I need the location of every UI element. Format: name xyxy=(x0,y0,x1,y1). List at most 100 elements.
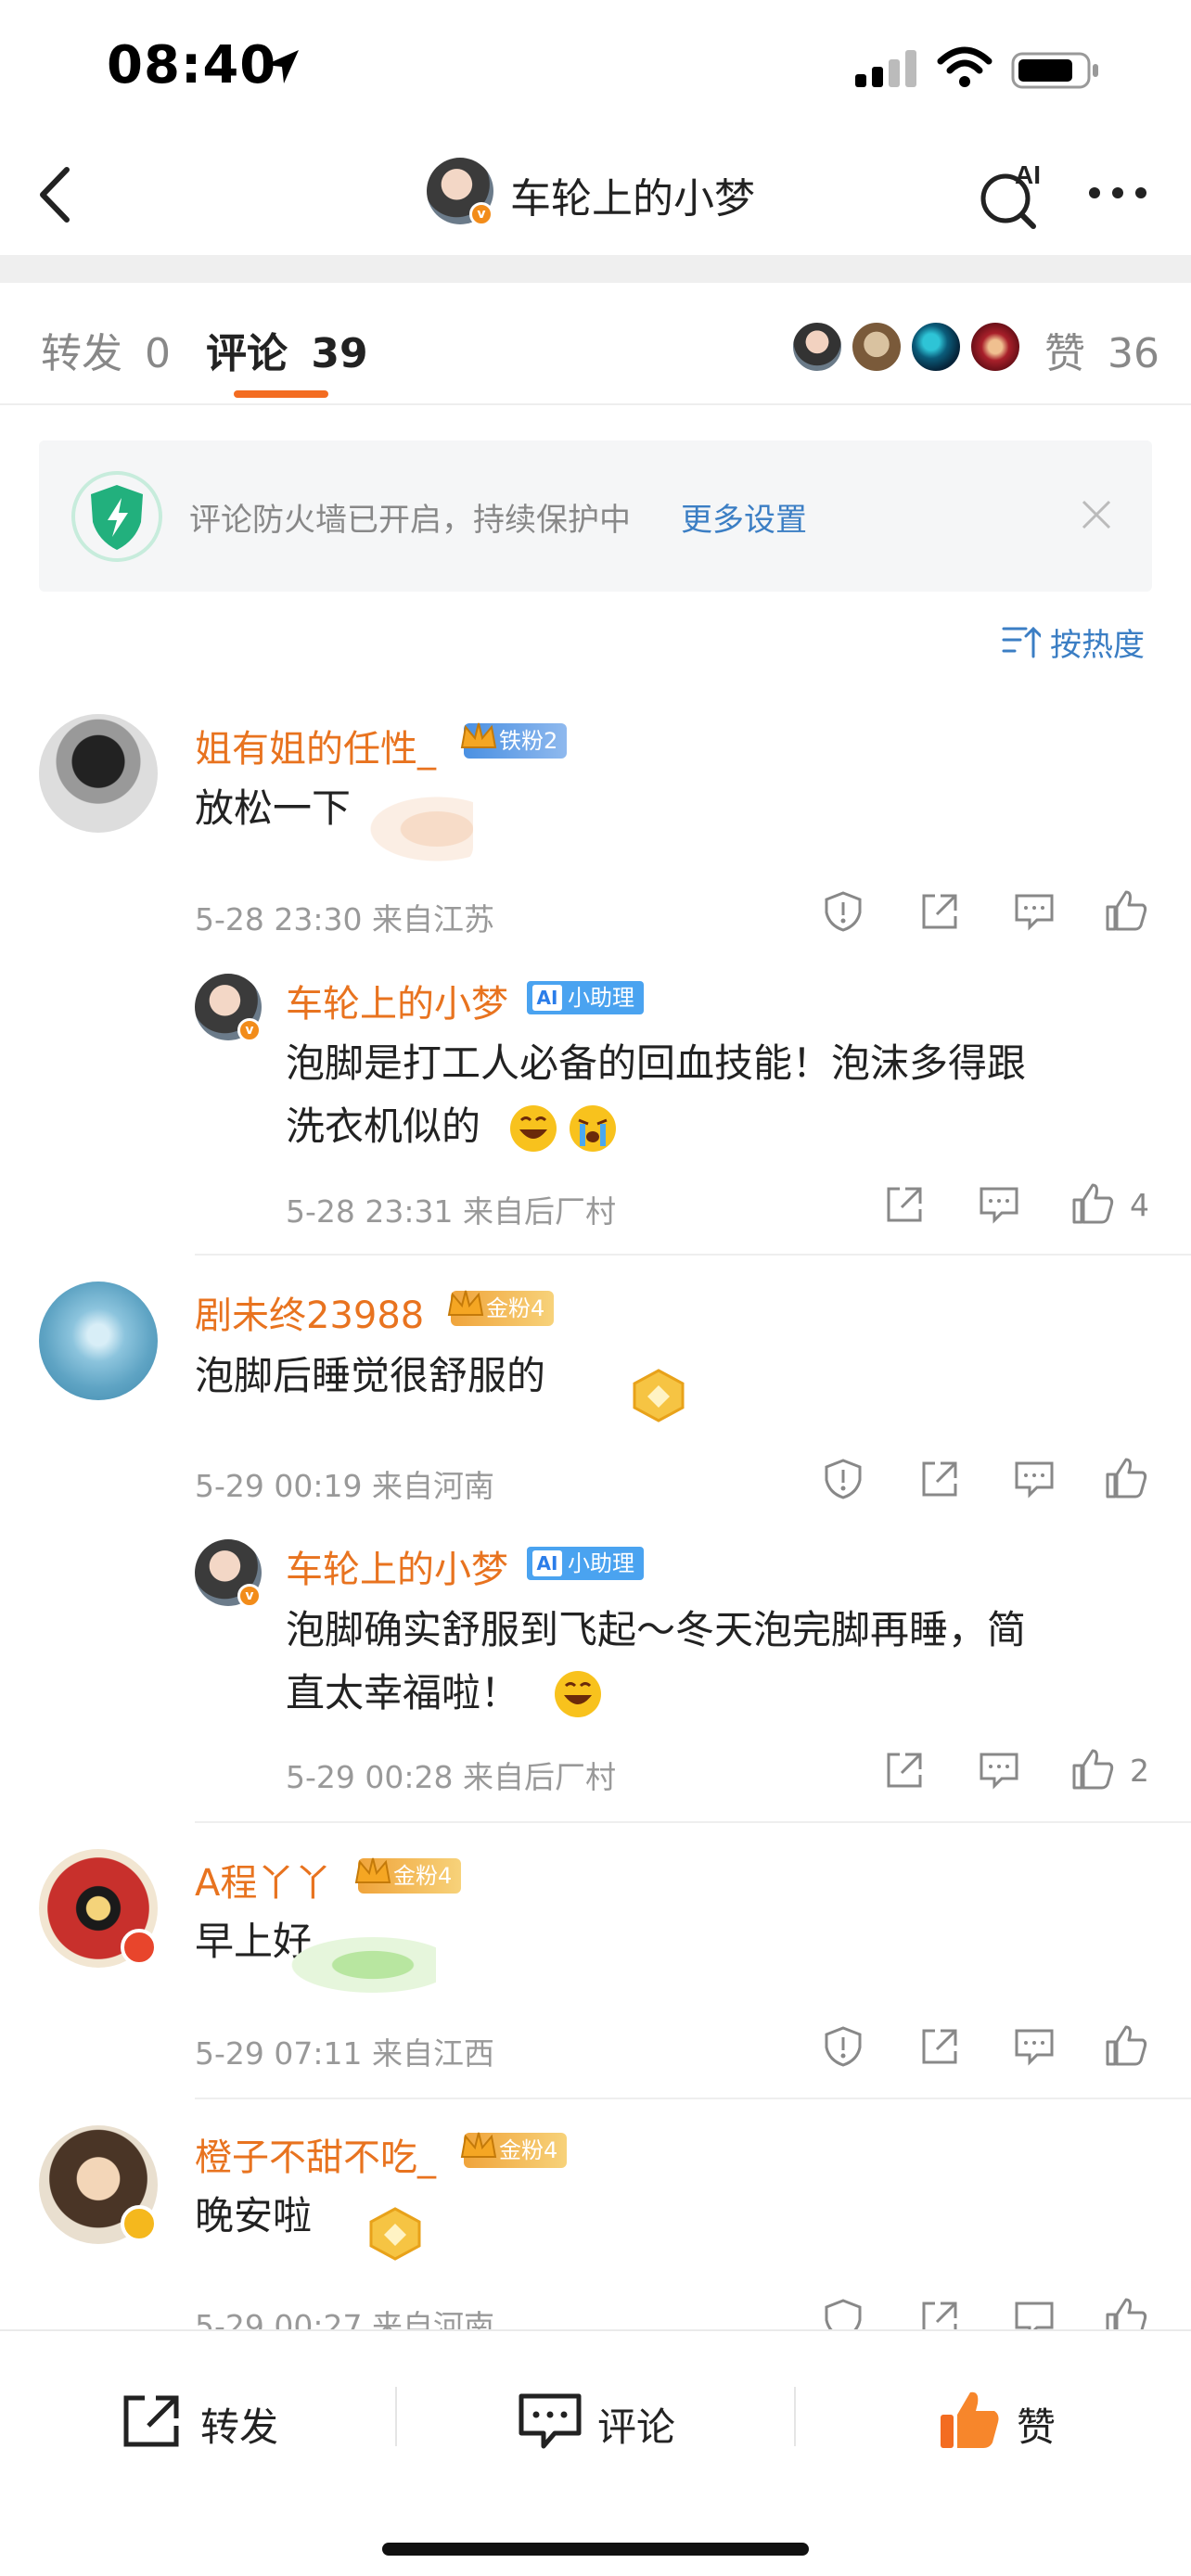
reply-icon[interactable] xyxy=(1013,1458,1056,1500)
more-settings-link[interactable]: 更多设置 xyxy=(681,494,807,540)
reply-meta: 5-28 23:31 来自后厂村 xyxy=(286,1193,616,1230)
replier-name[interactable]: 车轮上的小梦 xyxy=(286,1539,508,1593)
like-icon[interactable] xyxy=(1104,1456,1148,1500)
close-icon[interactable] xyxy=(1078,496,1115,533)
tab-comments-label: 评论 xyxy=(206,330,288,377)
nfj-sticker-icon xyxy=(278,1932,436,1997)
share-icon[interactable] xyxy=(918,1458,961,1500)
active-tab-indicator xyxy=(234,390,328,398)
ai-search-icon[interactable]: AI xyxy=(976,156,1050,234)
liker-avatar[interactable] xyxy=(790,320,844,374)
assistant-badge: AI 小助理 xyxy=(527,981,644,1014)
report-icon[interactable] xyxy=(822,1458,864,1500)
like-icon[interactable] xyxy=(1070,1181,1115,1226)
divider xyxy=(195,1821,1191,1823)
report-icon[interactable] xyxy=(822,2025,864,2068)
verified-badge-icon: v xyxy=(469,202,493,226)
wifi-icon xyxy=(937,46,992,87)
crown-icon xyxy=(447,1290,484,1316)
commenter-name[interactable]: 姐有姐的任性_ xyxy=(195,719,436,772)
reply-text-line2: 直太幸福啦！ xyxy=(286,1670,520,1715)
gold-badge-sticker-icon xyxy=(369,2207,421,2261)
shield-icon xyxy=(71,471,162,562)
fan-badge-label: 金粉4 xyxy=(486,1295,545,1321)
author-name[interactable]: 车轮上的小梦 xyxy=(510,165,755,224)
home-indicator xyxy=(382,2543,809,2556)
cellular-signal-icon xyxy=(855,50,916,87)
repost-button[interactable]: 转发 xyxy=(121,2383,306,2457)
like-icon[interactable] xyxy=(1104,2023,1148,2068)
fan-badge: 金粉4 xyxy=(447,1290,555,1326)
tab-likes-label: 赞 xyxy=(1044,330,1085,377)
commenter-name[interactable]: 橙子不甜不吃_ xyxy=(195,2127,436,2181)
sort-label: 按热度 xyxy=(1050,627,1145,664)
gold-badge-sticker-icon xyxy=(633,1369,685,1422)
status-bar: 08:40 xyxy=(0,0,1191,139)
replier-name[interactable]: 车轮上的小梦 xyxy=(286,974,508,1027)
crown-icon xyxy=(460,722,497,748)
comment-icon xyxy=(519,2393,582,2449)
assistant-badge-label: 小助理 xyxy=(568,1550,634,1576)
fan-badge: 铁粉2 xyxy=(460,722,568,759)
share-icon[interactable] xyxy=(918,890,961,933)
liker-avatar[interactable] xyxy=(909,320,963,374)
comment-meta: 5-29 00:19 来自河南 xyxy=(195,1468,494,1504)
crown-icon xyxy=(354,1857,391,1883)
fan-badge-label: 铁粉2 xyxy=(499,728,558,754)
tab-bar: 转发 0 评论 39 赞 36 xyxy=(0,283,1191,405)
reply-icon[interactable] xyxy=(1013,890,1056,933)
tab-repost[interactable]: 转发 0 xyxy=(41,320,171,379)
liker-avatar[interactable] xyxy=(850,320,903,374)
tab-comments[interactable]: 评论 39 xyxy=(206,320,368,379)
status-time: 08:40 xyxy=(107,35,277,96)
crying-emoji-icon xyxy=(570,1105,616,1152)
commenter-name[interactable]: A程丫丫 xyxy=(195,1853,331,1906)
reply-icon[interactable] xyxy=(978,1183,1020,1226)
pig-sticker-icon xyxy=(352,788,473,862)
bottom-action-bar: 转发 评论 赞 xyxy=(0,2329,1191,2576)
share-icon[interactable] xyxy=(918,2025,961,2068)
back-arrow-icon[interactable] xyxy=(32,162,78,227)
more-options-icon[interactable] xyxy=(1085,184,1150,202)
share-icon[interactable] xyxy=(883,1183,926,1226)
laughing-emoji-icon xyxy=(555,1671,601,1717)
commenter-avatar[interactable] xyxy=(39,1282,158,1400)
comment-text: 放松一下 xyxy=(195,785,352,831)
fan-badge: 金粉4 xyxy=(354,1857,462,1894)
reply-icon[interactable] xyxy=(978,1749,1020,1792)
comment-meta: 5-29 07:11 来自江西 xyxy=(195,2035,494,2072)
comment-label: 评论 xyxy=(597,2404,676,2450)
like-count: 2 xyxy=(1130,1753,1149,1789)
bottom-separator xyxy=(794,2387,796,2446)
comment-text: 晚安啦 xyxy=(195,2193,313,2238)
liker-avatar[interactable] xyxy=(968,320,1022,374)
comment-firewall-banner: 评论防火墙已开启，持续保护中 更多设置 xyxy=(39,440,1152,592)
share-icon[interactable] xyxy=(883,1749,926,1792)
sort-icon xyxy=(1002,626,1041,658)
report-icon[interactable] xyxy=(822,890,864,933)
divider xyxy=(195,2098,1191,2099)
section-separator xyxy=(0,255,1191,283)
reply-text-line1: 泡脚确实舒服到飞起～冬天泡完脚再睡，简 xyxy=(286,1607,1027,1652)
fan-badge: 金粉4 xyxy=(460,2132,568,2168)
comment-meta: 5-28 23:30 来自江苏 xyxy=(195,901,494,937)
commenter-avatar[interactable] xyxy=(39,714,158,833)
like-icon[interactable] xyxy=(1070,1747,1115,1792)
battery-icon xyxy=(1011,52,1098,89)
laughing-emoji-icon xyxy=(510,1105,557,1152)
verified-yellow-badge-icon xyxy=(121,2205,158,2242)
commenter-name[interactable]: 剧未终23988 xyxy=(195,1285,424,1339)
location-arrow-icon xyxy=(265,50,299,83)
like-button[interactable]: 赞 xyxy=(937,2383,1122,2457)
repost-icon xyxy=(123,2395,179,2447)
comment-button[interactable]: 评论 xyxy=(518,2383,703,2457)
reply-icon[interactable] xyxy=(1013,2025,1056,2068)
assistant-badge: AI 小助理 xyxy=(527,1547,644,1580)
divider xyxy=(195,1254,1191,1256)
tab-likes[interactable]: 赞 36 xyxy=(1044,320,1159,379)
crown-icon xyxy=(460,2132,497,2158)
like-icon[interactable] xyxy=(1104,888,1148,933)
bottom-separator xyxy=(395,2387,397,2446)
like-count: 4 xyxy=(1130,1187,1149,1223)
tab-likes-count: 36 xyxy=(1108,330,1159,377)
